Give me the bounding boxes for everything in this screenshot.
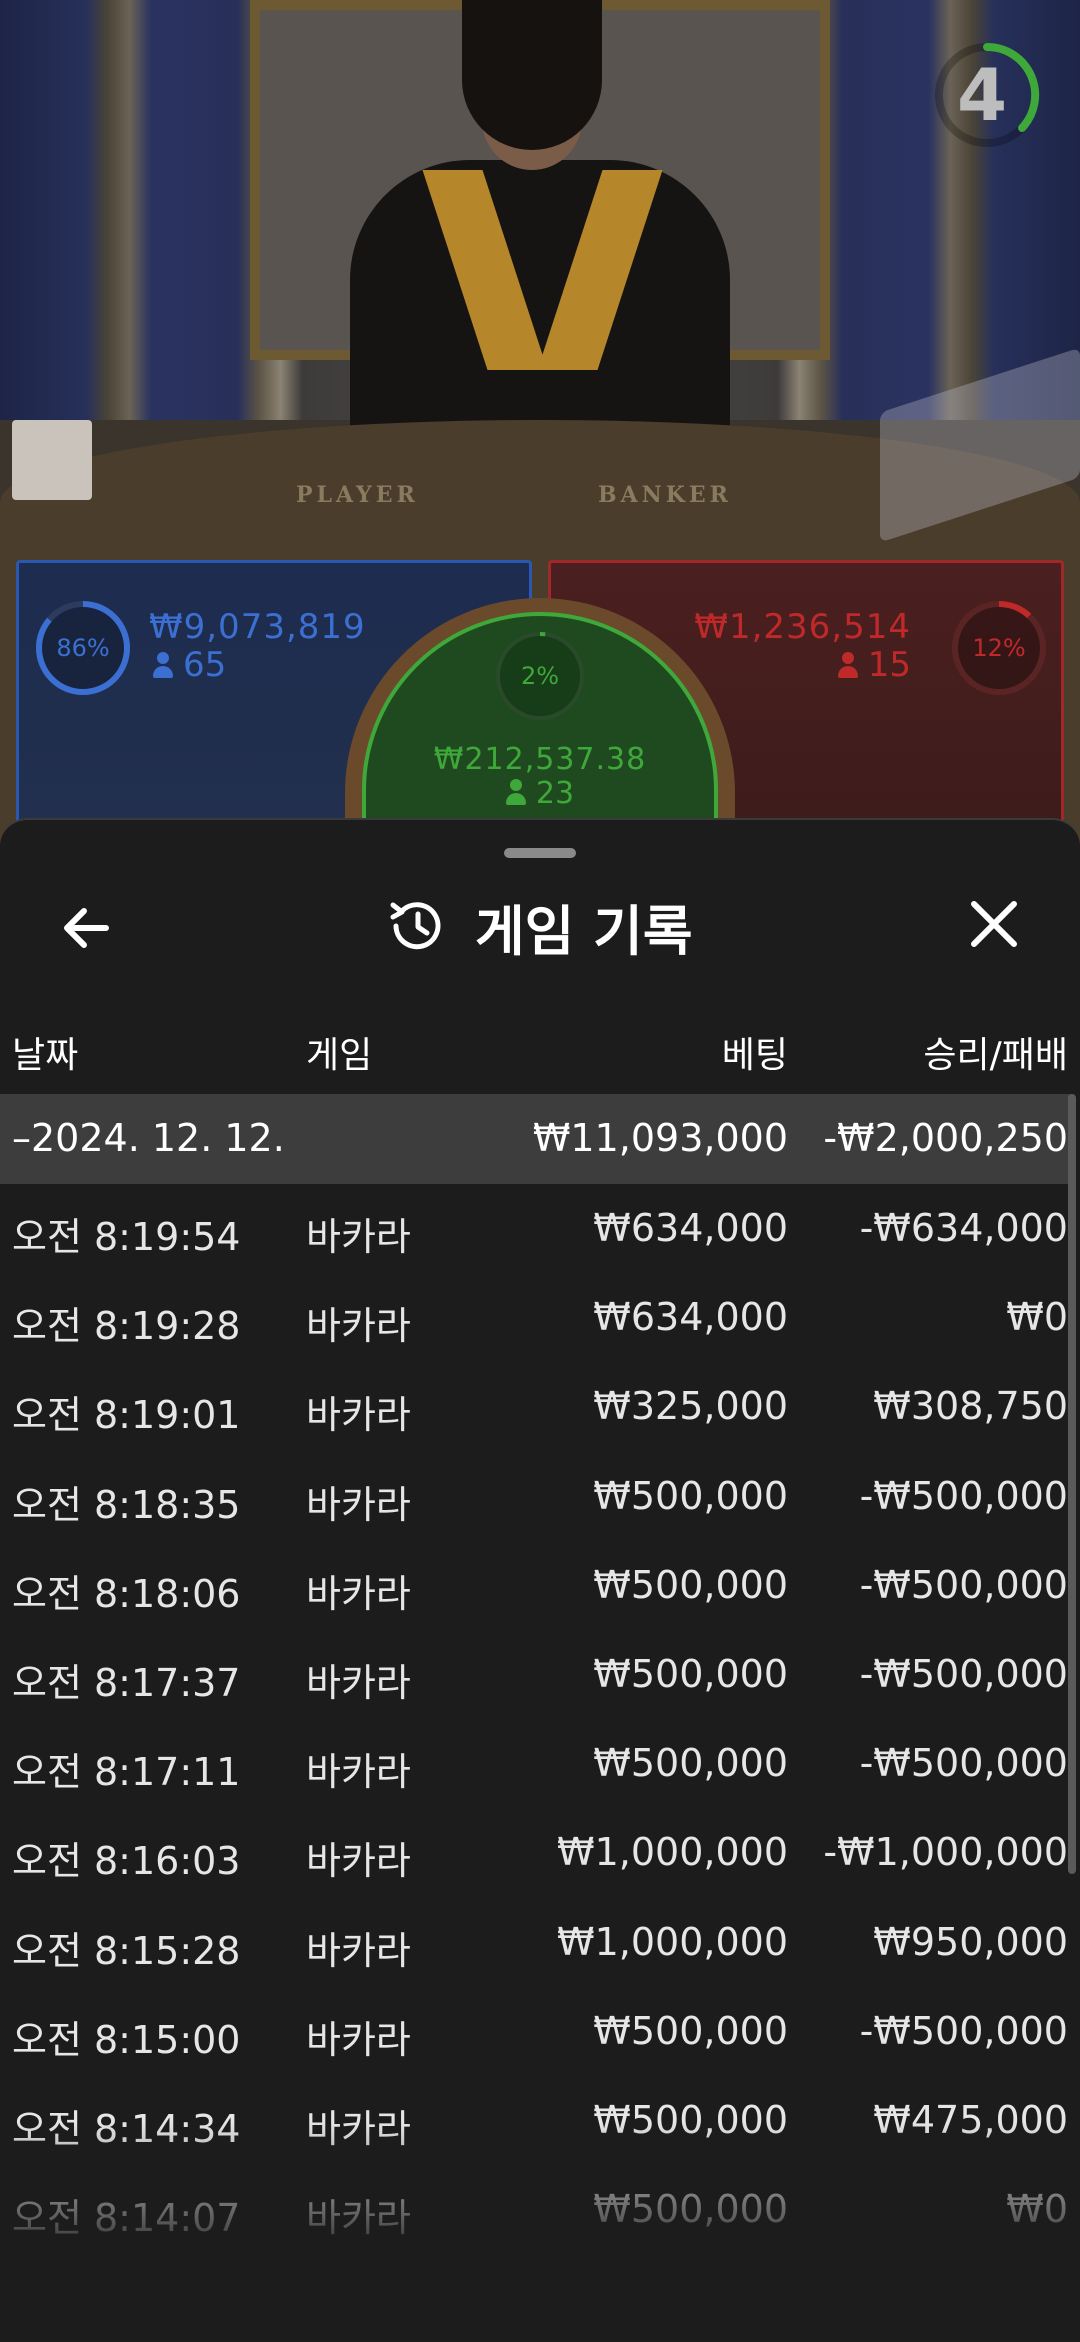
row-game: 바카라	[306, 1928, 411, 1973]
row-time: 오전 8:14:07	[12, 2196, 241, 2241]
day-group-header[interactable]: –2024. 12. 12. ₩11,093,000 -₩2,000,250	[0, 1094, 1072, 1184]
row-bet: ₩500,000	[593, 1562, 788, 1607]
row-profit: ₩0	[1006, 1295, 1068, 1340]
sheet-drag-handle[interactable]	[504, 848, 576, 858]
row-game: 바카라	[306, 1839, 411, 1884]
day-total-bet: ₩11,093,000	[532, 1116, 788, 1160]
history-row[interactable]: 오전 8:19:01 바카라 ₩325,000 ₩308,750	[0, 1362, 1080, 1451]
row-profit: ₩308,750	[873, 1384, 1068, 1429]
countdown-timer: 4	[956, 53, 1008, 137]
banker-bettor-count: 15	[837, 645, 911, 685]
tie-bet-amount: ₩212,537.38	[433, 742, 647, 777]
row-game: 바카라	[306, 2106, 411, 2151]
game-history-sheet: 게임 기록 날짜 게임 베팅 승리/패배 –2024. 12. 12. ₩11,…	[0, 818, 1080, 2342]
row-bet: ₩325,000	[593, 1384, 788, 1429]
day-total-profit: -₩2,000,250	[823, 1116, 1068, 1160]
row-game: 바카라	[306, 1215, 411, 1259]
player-bet-amount: ₩9,073,819	[149, 607, 366, 647]
column-header-game: 게임	[306, 1035, 373, 1076]
row-bet: ₩634,000	[593, 1295, 788, 1340]
history-row[interactable]: 오전 8:19:54 바카라 ₩634,000 -₩634,000	[0, 1184, 1080, 1273]
column-header-profit: 승리/패배	[923, 1035, 1068, 1076]
dealer-body	[350, 160, 730, 440]
row-bet: ₩634,000	[593, 1206, 788, 1250]
card-stack	[12, 420, 92, 500]
history-icon	[390, 902, 441, 950]
history-row[interactable]: 오전 8:15:28 바카라 ₩1,000,000 ₩950,000	[0, 1898, 1080, 1987]
day-date: –2024. 12. 12.	[12, 1116, 285, 1160]
row-profit: -₩500,000	[859, 1562, 1068, 1607]
row-game: 바카라	[306, 1571, 411, 1616]
history-row[interactable]: 오전 8:18:35 바카라 ₩500,000 -₩500,000	[0, 1452, 1080, 1541]
row-profit: -₩634,000	[859, 1206, 1068, 1250]
row-game: 바카라	[306, 2196, 411, 2241]
row-time: 오전 8:15:28	[12, 1928, 241, 1973]
sheet-header: 게임 기록	[385, 886, 693, 966]
row-profit: -₩500,000	[859, 1473, 1068, 1518]
history-row[interactable]: 오전 8:15:00 바카라 ₩500,000 -₩500,000	[0, 1987, 1080, 2076]
row-game: 바카라	[306, 1482, 411, 1527]
table-label-player: PLAYER	[296, 482, 419, 508]
history-row[interactable]: 오전 8:18:06 바카라 ₩500,000 -₩500,000	[0, 1541, 1080, 1630]
row-game: 바카라	[306, 1660, 411, 1705]
row-bet: ₩500,000	[593, 1651, 788, 1696]
row-profit: ₩950,000	[873, 1919, 1068, 1964]
column-header-date: 날짜	[12, 1035, 79, 1076]
history-column-headers: 날짜 게임 베팅 승리/패배	[0, 1020, 1080, 1080]
row-bet: ₩1,000,000	[557, 1830, 788, 1875]
row-game: 바카라	[306, 1750, 411, 1795]
row-time: 오전 8:17:37	[12, 1660, 241, 1705]
close-icon[interactable]	[964, 894, 1024, 954]
history-row[interactable]: 오전 8:14:07 바카라 ₩500,000 ₩0	[0, 2165, 1080, 2254]
person-icon	[505, 779, 526, 805]
row-bet: ₩500,000	[593, 2097, 788, 2142]
row-profit: -₩500,000	[859, 1651, 1068, 1696]
row-time: 오전 8:17:11	[12, 1750, 241, 1795]
tie-bettor-count: 23	[366, 776, 714, 811]
table-label-banker: BANKER	[598, 482, 732, 508]
row-bet: ₩500,000	[593, 1741, 788, 1786]
history-rows: 오전 8:19:54 바카라 ₩634,000 -₩634,000 오전 8:19:2…	[0, 1184, 1080, 2254]
player-bettor-count: 65	[153, 645, 226, 685]
row-time: 오전 8:19:28	[12, 1304, 241, 1349]
history-row[interactable]: 오전 8:19:28 바카라 ₩634,000 ₩0	[0, 1273, 1080, 1362]
history-row[interactable]: 오전 8:16:03 바카라 ₩1,000,000 -₩1,000,000	[0, 1808, 1080, 1897]
history-scrollbar[interactable]	[1068, 1094, 1076, 1874]
column-header-bet: 베팅	[721, 1035, 788, 1076]
row-profit: ₩475,000	[873, 2097, 1068, 2142]
row-time: 오전 8:15:00	[12, 2017, 241, 2062]
dealer-hair	[462, 0, 602, 150]
player-percent: 86%	[56, 634, 110, 662]
row-profit: -₩1,000,000	[823, 1830, 1068, 1875]
row-game: 바카라	[306, 1304, 411, 1349]
back-arrow-icon[interactable]	[56, 898, 116, 958]
history-row[interactable]: 오전 8:17:11 바카라 ₩500,000 -₩500,000	[0, 1719, 1080, 1808]
tie-percent: 2%	[520, 662, 560, 690]
person-icon	[837, 652, 858, 678]
row-time: 오전 8:16:03	[12, 1839, 241, 1884]
row-time: 오전 8:18:35	[12, 1482, 241, 1527]
row-bet: ₩500,000	[593, 2187, 788, 2232]
sheet-title: 게임 기록	[475, 899, 693, 963]
row-bet: ₩500,000	[593, 2008, 788, 2053]
history-row[interactable]: 오전 8:14:34 바카라 ₩500,000 ₩475,000	[0, 2076, 1080, 2165]
row-game: 바카라	[306, 1393, 411, 1438]
row-time: 오전 8:19:54	[12, 1215, 241, 1259]
row-game: 바카라	[306, 2017, 411, 2062]
history-row[interactable]: 오전 8:17:37 바카라 ₩500,000 -₩500,000	[0, 1630, 1080, 1719]
row-time: 오전 8:14:34	[12, 2106, 241, 2151]
row-bet: ₩1,000,000	[557, 1919, 788, 1964]
row-bet: ₩500,000	[593, 1473, 788, 1518]
row-time: 오전 8:19:01	[12, 1393, 241, 1438]
row-time: 오전 8:18:06	[12, 1571, 241, 1616]
banker-percent: 12%	[972, 634, 1026, 662]
row-profit: ₩0	[1006, 2187, 1068, 2232]
banker-bet-amount: ₩1,236,514	[694, 607, 911, 647]
person-icon	[153, 652, 173, 678]
row-profit: -₩500,000	[859, 2008, 1068, 2053]
row-profit: -₩500,000	[859, 1741, 1068, 1786]
